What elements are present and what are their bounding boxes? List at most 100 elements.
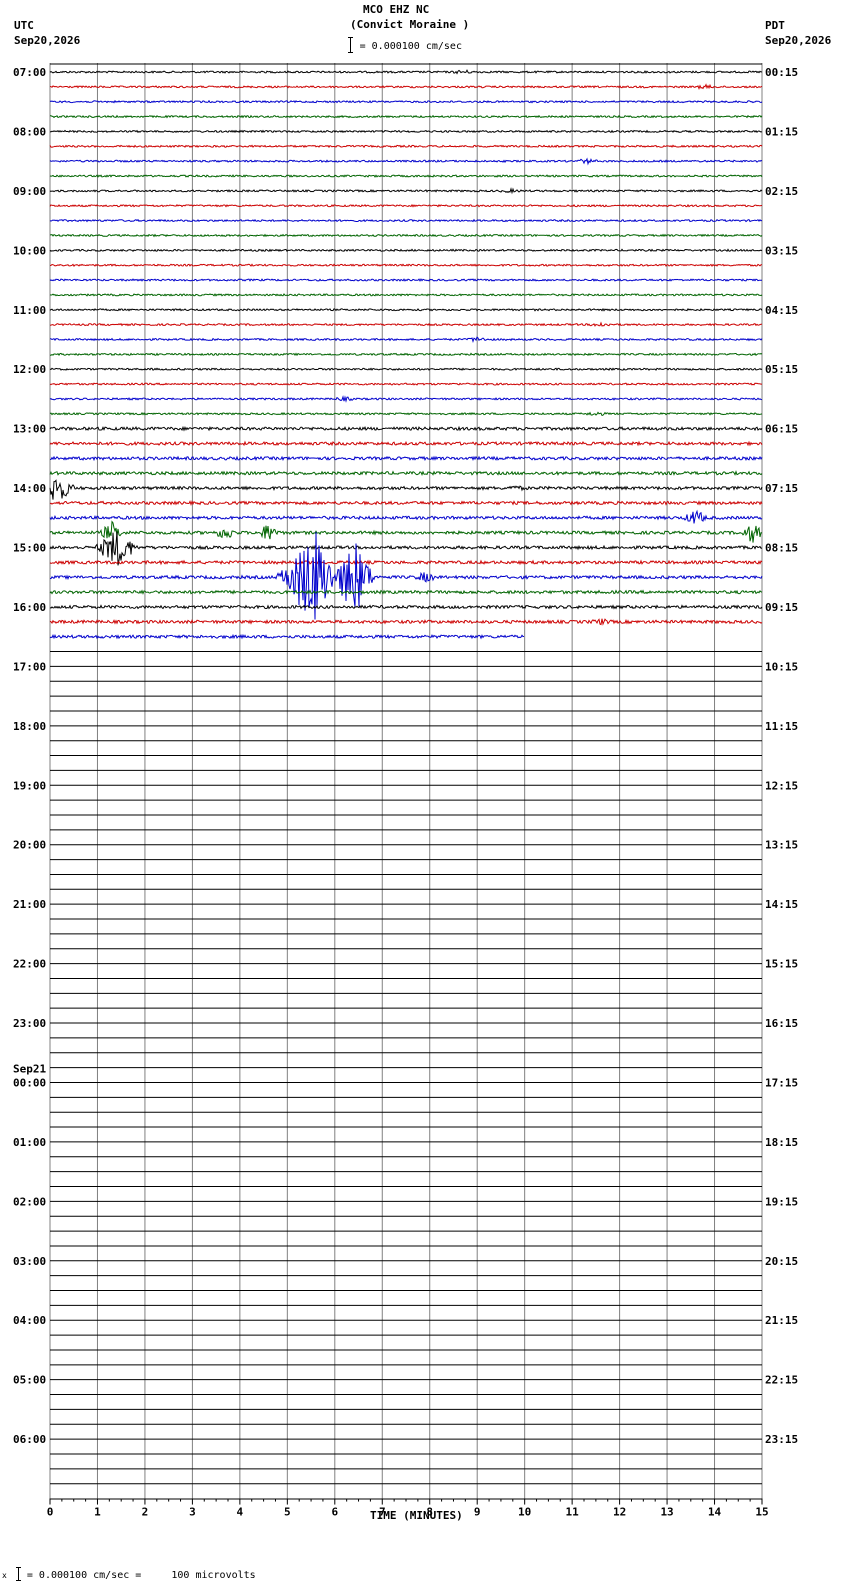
utc-hour-label: 07:00 (13, 66, 46, 79)
pdt-hour-label: 11:15 (765, 720, 798, 733)
trace-row (49, 187, 763, 195)
pdt-hour-label: 05:15 (765, 363, 798, 376)
pdt-hour-label: 09:15 (765, 601, 798, 614)
trace-row (49, 278, 763, 282)
x-tick-label: 1 (94, 1506, 101, 1519)
utc-hour-label: 11:00 (13, 304, 46, 317)
trace-row (49, 455, 763, 462)
utc-hour-label: 04:00 (13, 1314, 46, 1327)
footer-scale-bar-icon (15, 1567, 21, 1581)
pdt-hour-label: 12:15 (765, 779, 798, 792)
footer-scale-value: = 0.000100 cm/sec = 100 microvolts (26, 1570, 256, 1581)
trace-row (49, 69, 763, 75)
trace-row (49, 411, 763, 416)
trace-row (49, 589, 763, 595)
utc-hour-label: 15:00 (13, 542, 46, 555)
x-tick-label: 6 (331, 1506, 338, 1519)
x-tick-label: 11 (566, 1506, 580, 1519)
pdt-hour-label: 14:15 (765, 898, 798, 911)
pdt-hour-label: 06:15 (765, 423, 798, 436)
seismogram-plot: 0 1 2 3 4 5 6 7 8 9 10 11 12 13 14 15 07:00 00:1508:00 01… (13, 63, 798, 1519)
pdt-hour-label: 08:15 (765, 542, 798, 555)
trace-row (49, 618, 763, 626)
utc-hour-label: 17:00 (13, 660, 46, 673)
trace-row (49, 263, 762, 268)
trace-row (49, 129, 763, 134)
utc-hour-label: 16:00 (13, 601, 46, 614)
trace-row (49, 293, 763, 297)
x-tick-label: 10 (518, 1506, 531, 1519)
utc-hour-label: 20:00 (13, 839, 46, 852)
pdt-hour-label: 21:15 (765, 1314, 798, 1327)
x-tick-label: 15 (755, 1506, 768, 1519)
pdt-hour-label: 04:15 (765, 304, 798, 317)
pdt-hour-label: 02:15 (765, 185, 798, 198)
trace-row (49, 218, 763, 223)
trace-row (49, 203, 763, 208)
pdt-hour-label: 01:15 (765, 125, 798, 138)
trace-row (49, 531, 763, 566)
x-tick-label: 13 (660, 1506, 673, 1519)
trace-row (49, 604, 763, 610)
pdt-hour-label: 19:15 (765, 1195, 798, 1208)
x-tick-label: 14 (708, 1506, 722, 1519)
utc-hour-label: 21:00 (13, 898, 46, 911)
utc-hour-label: 12:00 (13, 363, 46, 376)
utc-hour-label: 00:00 (13, 1076, 46, 1089)
x-axis-label: TIME (MINUTES) (370, 1509, 463, 1522)
utc-hour-label: 19:00 (13, 779, 46, 792)
trace-row (49, 559, 763, 566)
pdt-hour-label: 17:15 (765, 1076, 798, 1089)
utc-hour-label: 08:00 (13, 125, 46, 138)
utc-hour-label: 03:00 (13, 1255, 46, 1268)
trace-row (49, 307, 763, 312)
x-tick-label: 4 (237, 1506, 244, 1519)
x-tick-label: 0 (47, 1506, 54, 1519)
seismic-traces (49, 69, 763, 1485)
pdt-hour-label: 15:15 (765, 958, 798, 971)
trace-row (50, 233, 763, 238)
trace-row (49, 382, 762, 386)
x-tick-label: 12 (613, 1506, 626, 1519)
utc-hour-label: 01:00 (13, 1136, 46, 1149)
time-grid (49, 63, 763, 1499)
trace-row (49, 395, 763, 403)
pdt-hour-label: 22:15 (765, 1374, 798, 1387)
utc-hour-label: 23:00 (13, 1017, 46, 1030)
trace-row (49, 500, 763, 506)
trace-row (49, 336, 763, 343)
trace-row (49, 99, 763, 104)
trace-row (49, 520, 763, 543)
trace-row (49, 440, 763, 447)
trace-row (49, 470, 763, 476)
trace-row (49, 248, 763, 253)
trace-row (49, 174, 763, 178)
x-tick-label: 2 (142, 1506, 149, 1519)
pdt-hour-label: 10:15 (765, 660, 798, 673)
trace-row (49, 83, 763, 90)
utc-hour-label: 10:00 (13, 244, 46, 257)
pdt-hour-label: 13:15 (765, 839, 798, 852)
utc-hour-label: 14:00 (13, 482, 46, 495)
utc-hour-label: 13:00 (13, 423, 46, 436)
pdt-hour-label: 03:15 (765, 244, 798, 257)
utc-hour-label: 02:00 (13, 1195, 46, 1208)
footer-scale: x = 0.000100 cm/sec = 100 microvolts (2, 1567, 256, 1582)
utc-hour-label: 18:00 (13, 720, 46, 733)
trace-row (49, 509, 763, 524)
utc-hour-label: 06:00 (13, 1433, 46, 1446)
trace-row (49, 114, 763, 119)
pdt-hour-label: 07:15 (765, 482, 798, 495)
trace-row (49, 425, 763, 432)
pdt-hour-label: 16:15 (765, 1017, 798, 1030)
trace-row (49, 144, 763, 149)
trace-row (49, 367, 763, 371)
date-change-label: Sep21 (13, 1062, 46, 1075)
footer-mark: x (2, 1571, 7, 1580)
pdt-hour-label: 23:15 (765, 1433, 798, 1446)
x-tick-label: 9 (474, 1506, 481, 1519)
utc-hour-label: 22:00 (13, 958, 46, 971)
x-tick-label: 5 (284, 1506, 291, 1519)
x-tick-label: 3 (189, 1506, 196, 1519)
trace-row (49, 157, 763, 166)
